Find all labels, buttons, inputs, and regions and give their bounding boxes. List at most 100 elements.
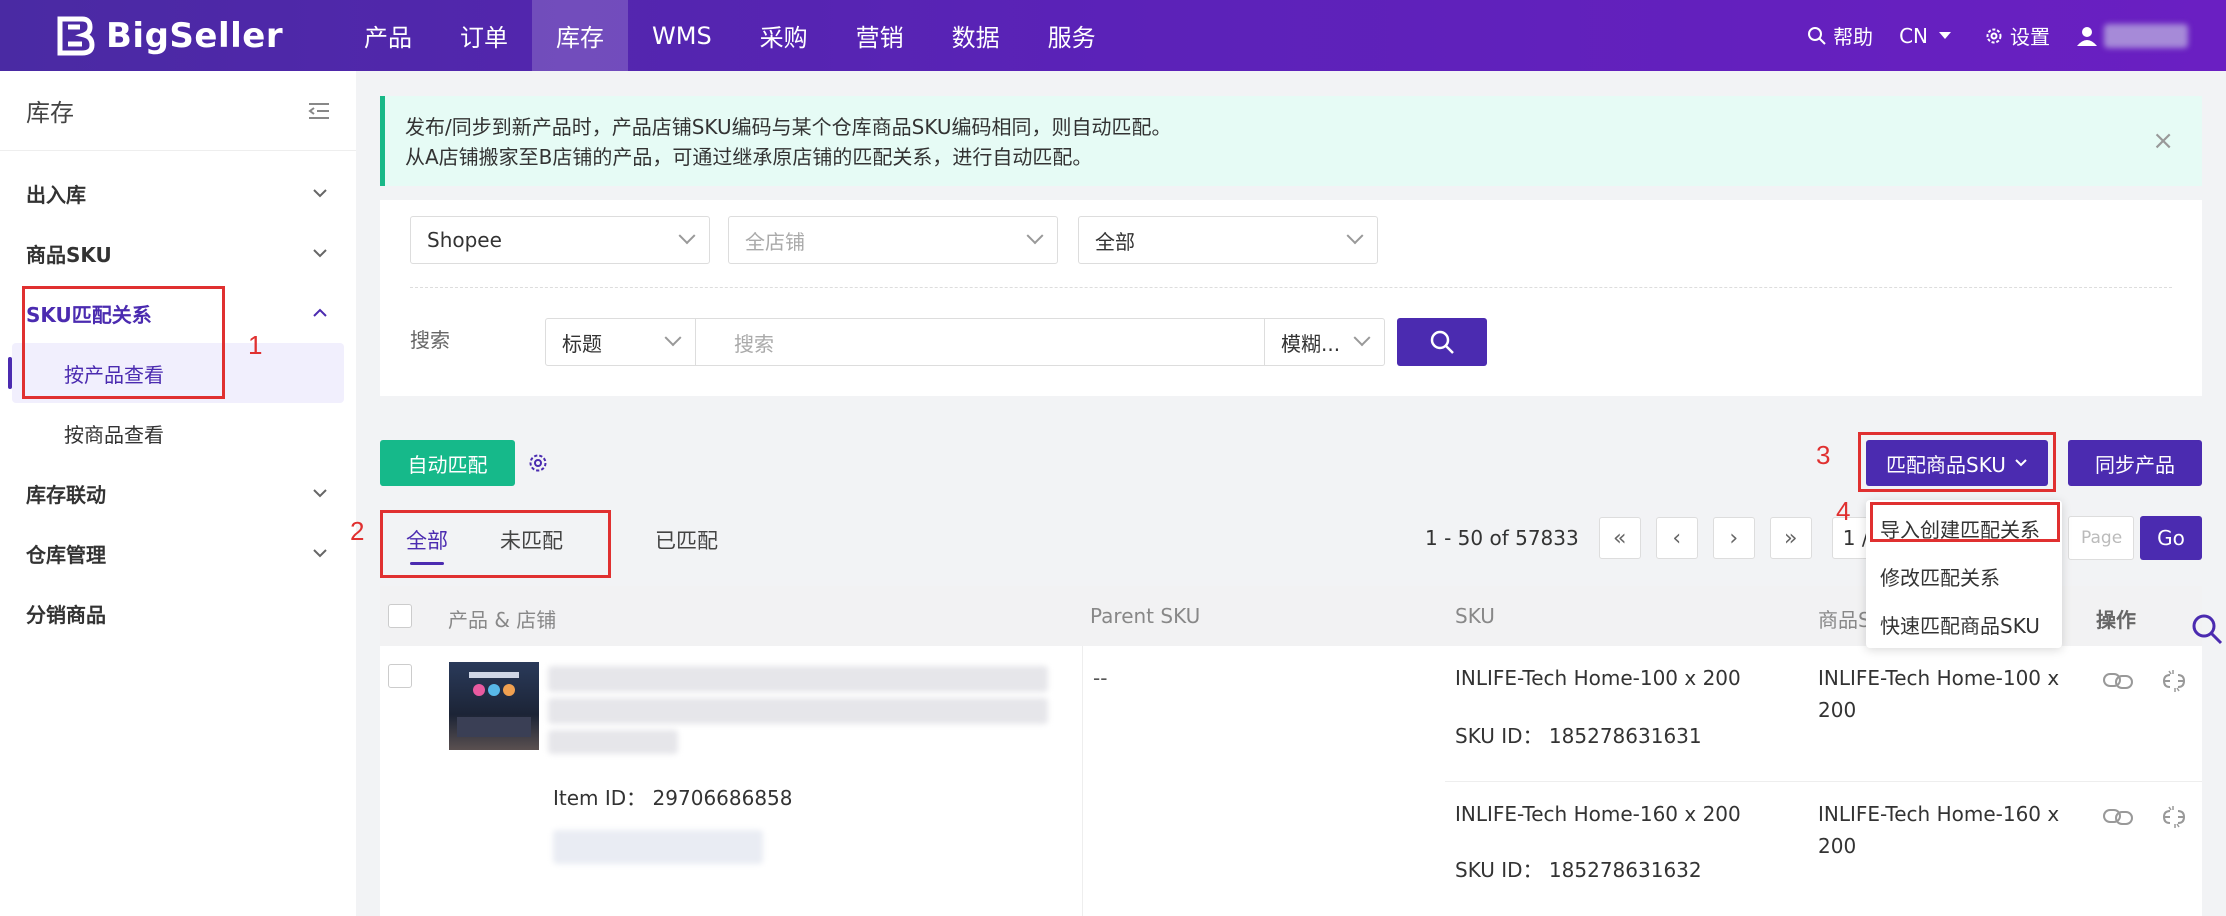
caret-down-icon [1939,31,1951,39]
sidebar-title: 库存 [26,99,74,127]
menu-item-quick-match-sku[interactable]: 快速匹配商品SKU [1866,600,2062,648]
chevron-down-icon [313,489,327,498]
settings-label: 设置 [2010,25,2050,49]
unlink-icon[interactable] [2160,804,2188,830]
sidebar-sub-by-goods[interactable]: 按商品查看 [12,403,344,463]
goods-sku-value: 200 [1818,698,1857,722]
nav-data[interactable]: 数据 [928,0,1024,71]
product-title-blurred [548,730,678,754]
store-name-blurred [553,830,763,864]
user-menu[interactable] [2076,23,2200,48]
header-product: 产品 & 店铺 [448,608,557,632]
tab-matched[interactable]: 已匹配 [629,515,744,565]
sidebar-item-label: 分销商品 [26,602,106,627]
sidebar-item-warehouse[interactable]: 仓库管理 [0,523,356,583]
product-thumbnail[interactable] [449,662,539,750]
divider [410,287,2172,288]
language-select[interactable]: CN [1899,24,1958,48]
annotation-box-1 [22,286,225,399]
help-link[interactable]: 帮助 [1807,21,1873,50]
parent-sku-value: -- [1093,666,1108,690]
language-label: CN [1899,23,1928,48]
sidebar-item-goods-sku[interactable]: 商品SKU [0,223,356,283]
bigseller-logo[interactable]: BigSeller [52,10,283,62]
annotation-box-3 [1858,432,2056,492]
item-id: Item ID： 29706686858 [553,786,793,810]
annotation-number-4: 4 [1836,496,1851,526]
search-field-select[interactable]: 标题 [546,319,696,365]
goods-sku-value: 200 [1818,834,1857,858]
help-label: 帮助 [1833,25,1874,49]
header-parent-sku: Parent SKU [1090,604,1201,628]
top-bar: BigSeller 产品 订单 库存 WMS 采购 营销 数据 服务 帮助 CN… [0,0,2226,71]
sync-products-button[interactable]: 同步产品 [2068,440,2202,486]
header-goods-sku: 商品S [1818,608,1871,632]
sku-value: INLIFE-Tech Home-160 x 200 [1455,802,1741,826]
search-placeholder: 搜索 [734,331,774,356]
page-number-input[interactable]: Page [2068,516,2134,560]
nav-wms[interactable]: WMS [628,0,736,71]
product-title-blurred [548,666,1048,692]
chevron-down-icon [1346,227,1364,245]
last-page-button[interactable]: » [1769,517,1812,559]
info-alert: 发布/同步到新产品时，产品店铺SKU编码与某个仓库商品SKU编码相同，则自动匹配… [380,96,2202,186]
nav-service[interactable]: 服务 [1024,0,1120,71]
nav-inventory[interactable]: 库存 [532,0,628,71]
sidebar-item-label: 仓库管理 [26,542,106,567]
search-button[interactable] [1397,318,1487,366]
floating-search-icon[interactable] [2190,612,2224,646]
sidebar-header: 库存 [0,71,356,151]
search-field-value: 标题 [562,331,602,356]
logo-text: BigSeller [106,16,284,56]
nav-products[interactable]: 产品 [340,0,436,71]
go-button[interactable]: Go [2140,516,2202,560]
sidebar-item-label: 商品SKU [26,242,112,267]
menu-item-edit-matching[interactable]: 修改匹配关系 [1866,552,2062,600]
sidebar-item-distribution[interactable]: 分销商品 [0,583,356,643]
auto-match-settings-icon[interactable] [527,452,549,474]
column-divider [1082,646,1083,916]
close-icon[interactable]: × [2152,126,2174,156]
pagination-summary: 1 - 50 of 57833 [1425,526,1579,550]
main-nav: 产品 订单 库存 WMS 采购 营销 数据 服务 [340,0,1120,71]
status-select[interactable]: 全部 [1078,216,1378,264]
pagination: 1 - 50 of 57833 « ‹ › » 1 / 1 [1425,516,1892,560]
match-mode-select[interactable]: 模糊... [1264,319,1384,365]
auto-match-button[interactable]: 自动匹配 [380,440,515,486]
store-select[interactable]: 全店铺 [728,216,1058,264]
status-value: 全部 [1095,229,1135,254]
nav-orders[interactable]: 订单 [436,0,532,71]
next-page-button[interactable]: › [1712,517,1755,559]
link-icon[interactable] [2102,804,2134,830]
sidebar-item-label: 出入库 [26,182,86,207]
annotation-box-2 [380,510,611,578]
nav-purchase[interactable]: 采购 [736,0,832,71]
search-label: 搜索 [410,328,450,352]
collapse-sidebar-icon[interactable] [308,102,330,120]
row-checkbox[interactable] [388,664,412,688]
first-page-button[interactable]: « [1598,517,1641,559]
prev-page-button[interactable]: ‹ [1655,517,1698,559]
header-operations: 操作 [2096,608,2136,632]
settings-link[interactable]: 设置 [1984,21,2050,50]
link-icon[interactable] [2102,668,2134,694]
chevron-down-icon [1026,227,1044,245]
user-name-blurred [2104,23,2188,48]
sidebar-item-inbound-outbound[interactable]: 出入库 [0,163,356,223]
annotation-box-4 [1870,502,2060,542]
annotation-number-2: 2 [350,516,365,546]
select-all-checkbox[interactable] [388,604,412,628]
sku-id: SKU ID： 185278631631 [1455,724,1702,748]
store-placeholder: 全店铺 [745,229,805,254]
unlink-icon[interactable] [2160,668,2188,694]
sidebar-item-stock-linkage[interactable]: 库存联动 [0,463,356,523]
chevron-down-icon [313,249,327,258]
chevron-down-icon [1353,329,1371,347]
filter-panel: Shopee 全店铺 全部 搜索 标题 搜索 模糊... [380,200,2202,396]
sku-id: SKU ID： 185278631632 [1455,858,1702,882]
chevron-up-icon [313,308,327,317]
nav-marketing[interactable]: 营销 [832,0,928,71]
search-input[interactable]: 搜索 [696,319,1264,365]
platform-select[interactable]: Shopee [410,216,710,264]
product-title-blurred [548,698,1048,724]
